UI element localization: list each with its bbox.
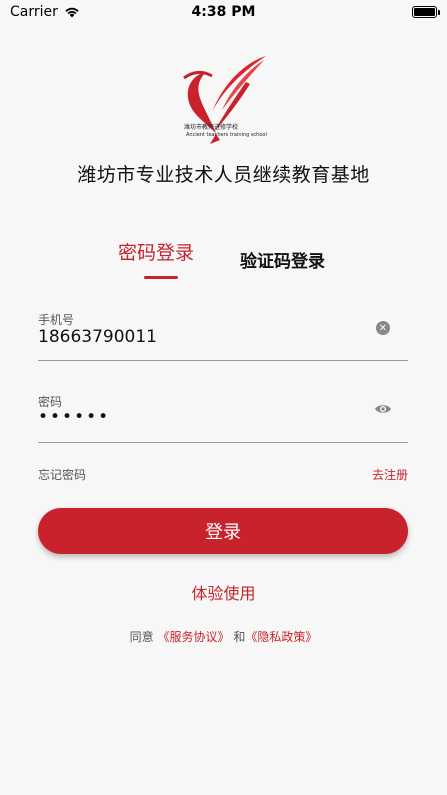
agreement-row: 同意 《服务协议》 和《隐私政策》: [0, 628, 447, 645]
agreement-and: 和: [233, 630, 246, 644]
agreement-prefix: 同意: [129, 630, 154, 644]
status-left: Carrier: [10, 4, 80, 20]
logo-school-name: 潍坊市教师进修学校: [184, 124, 239, 131]
service-agreement-link[interactable]: 《服务协议》: [157, 630, 229, 644]
carrier-label: Carrier: [10, 4, 58, 20]
phone-label: 手机号: [38, 313, 75, 327]
trial-row: 体验使用: [0, 580, 447, 604]
login-button[interactable]: 登录: [38, 508, 408, 554]
login-tabs: 密码登录 验证码登录: [0, 238, 447, 282]
eye-icon[interactable]: [374, 403, 392, 415]
logo-school-name-en: Ancient teachers training school: [186, 132, 267, 138]
tab-code-login[interactable]: 验证码登录: [240, 247, 325, 272]
wifi-icon: [65, 7, 79, 18]
tab-password-login[interactable]: 密码登录: [118, 238, 194, 265]
privacy-policy-link[interactable]: 《隐私政策》: [245, 630, 317, 644]
phone-input[interactable]: 18663790011: [38, 327, 358, 347]
forgot-password-link[interactable]: 忘记密码: [38, 466, 86, 483]
password-input[interactable]: ••••••: [38, 407, 358, 427]
status-bar: Carrier 4:38 PM: [0, 0, 447, 24]
phone-field: 手机号 18663790011 ✕: [38, 311, 408, 361]
active-tab-indicator: [144, 276, 178, 279]
clear-icon[interactable]: ✕: [376, 321, 390, 335]
trial-link[interactable]: 体验使用: [191, 584, 255, 603]
page-title: 潍坊市专业技术人员继续教育基地: [77, 164, 370, 186]
battery-icon: [412, 6, 440, 18]
password-field: 密码 ••••••: [38, 393, 408, 443]
register-link[interactable]: 去注册: [372, 466, 408, 483]
